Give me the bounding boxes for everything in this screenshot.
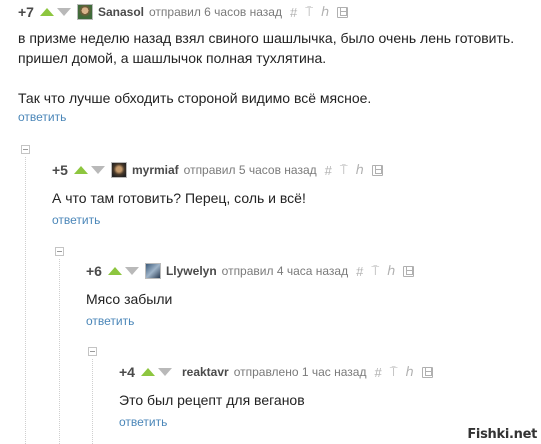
permalink-icon[interactable]: # — [356, 264, 363, 279]
collapse-thread-button[interactable] — [55, 247, 64, 256]
thread-line — [92, 359, 93, 444]
comment-text: Мясо забыли — [86, 289, 536, 309]
comment-text: Это был рецепт для веганов — [119, 390, 539, 410]
save-icon[interactable] — [371, 164, 383, 176]
comment-reaktavr: +4 reaktavr отправлено 1 час назад # ⍑ ℎ… — [119, 362, 539, 431]
timestamp: отправлено 1 час назад — [233, 365, 367, 379]
comment-sanasol: +7 Sanasol отправил 6 часов назад # ⍑ ℎ … — [18, 2, 538, 126]
pin-icon[interactable]: ⍑ — [340, 162, 348, 178]
comment-rating: +4 — [119, 364, 135, 380]
avatar[interactable] — [144, 263, 161, 279]
reply-link[interactable]: ответить — [119, 415, 167, 429]
timestamp: отправил 4 часа назад — [221, 264, 349, 278]
vote-up-icon[interactable] — [39, 8, 54, 16]
comment-text-blank — [18, 68, 538, 88]
vote-down-icon[interactable] — [124, 267, 139, 275]
comment-text-line: Так что лучше обходить стороной видимо в… — [18, 90, 372, 106]
save-icon[interactable] — [421, 366, 433, 378]
username[interactable]: myrmiaf — [132, 163, 179, 177]
comment-text-line: Мясо забыли — [86, 291, 173, 307]
comment-text-line: пришел домой, а шашлычок полная тухлятин… — [18, 50, 327, 66]
pin-icon[interactable]: ⍑ — [305, 4, 313, 20]
comment-text-line: Это был рецепт для веганов — [119, 392, 305, 408]
watermark-logo: Fishki.net — [467, 427, 537, 442]
comment-llywelyn: +6 Llywelyn отправил 4 часа назад # ⍑ ℎ … — [86, 261, 536, 330]
username[interactable]: Sanasol — [98, 5, 144, 19]
reply-link[interactable]: ответить — [86, 314, 134, 328]
collapse-thread-button[interactable] — [21, 145, 30, 154]
vote-up-icon[interactable] — [107, 267, 122, 275]
vote-up-icon[interactable] — [140, 368, 155, 376]
comment-header: +4 reaktavr отправлено 1 час назад # ⍑ ℎ — [119, 362, 539, 382]
comment-text: в призме неделю назад взял свиного шашлы… — [18, 28, 538, 108]
vote-down-icon[interactable] — [157, 368, 172, 376]
comment-myrmiaf: +5 myrmiaf отправил 5 часов назад # ⍑ ℎ … — [52, 160, 532, 229]
comment-text-line: А что там готовить? Перец, соль и всё! — [52, 190, 306, 206]
comment-header: +7 Sanasol отправил 6 часов назад # ⍑ ℎ — [18, 2, 538, 22]
username[interactable]: reaktavr — [182, 365, 229, 379]
pin-icon[interactable]: ⍑ — [390, 364, 398, 380]
timestamp: отправил 5 часов назад — [183, 163, 317, 177]
vote-down-icon[interactable] — [56, 8, 71, 16]
branch-icon[interactable]: ℎ — [321, 4, 329, 20]
pin-icon[interactable]: ⍑ — [371, 263, 379, 279]
reply-link[interactable]: ответить — [18, 110, 66, 124]
comment-text-line: в призме неделю назад взял свиного шашлы… — [18, 30, 515, 46]
thread-line — [59, 259, 60, 444]
thread-line — [25, 157, 26, 444]
reply-link[interactable]: ответить — [52, 213, 100, 227]
save-icon[interactable] — [403, 265, 415, 277]
vote-up-icon[interactable] — [73, 166, 88, 174]
collapse-thread-button[interactable] — [88, 347, 97, 356]
branch-icon[interactable]: ℎ — [387, 263, 395, 279]
save-icon[interactable] — [337, 6, 349, 18]
avatar[interactable] — [110, 162, 127, 178]
username[interactable]: Llywelyn — [166, 264, 217, 278]
comment-rating: +6 — [86, 263, 102, 279]
timestamp: отправил 6 часов назад — [149, 5, 282, 19]
avatar[interactable] — [76, 4, 93, 20]
comment-header: +5 myrmiaf отправил 5 часов назад # ⍑ ℎ — [52, 160, 532, 180]
comment-text: А что там готовить? Перец, соль и всё! — [52, 188, 532, 208]
comment-header: +6 Llywelyn отправил 4 часа назад # ⍑ ℎ — [86, 261, 536, 281]
permalink-icon[interactable]: # — [374, 365, 381, 380]
permalink-icon[interactable]: # — [290, 5, 297, 20]
vote-down-icon[interactable] — [90, 166, 105, 174]
branch-icon[interactable]: ℎ — [356, 162, 364, 178]
permalink-icon[interactable]: # — [325, 163, 332, 178]
comment-rating: +5 — [52, 162, 68, 178]
branch-icon[interactable]: ℎ — [406, 364, 414, 380]
comment-rating: +7 — [18, 4, 34, 20]
